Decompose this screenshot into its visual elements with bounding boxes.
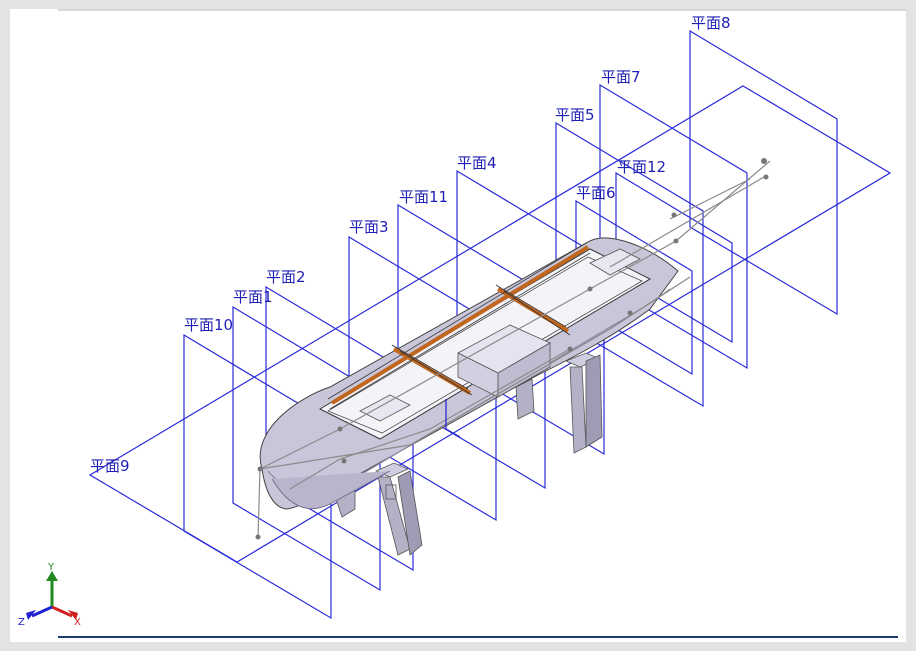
- plane-label-10[interactable]: 平面10: [184, 316, 233, 334]
- plane-label-3[interactable]: 平面3: [349, 218, 389, 236]
- plane-label-8[interactable]: 平面8: [691, 14, 731, 32]
- plane-label-6[interactable]: 平面6: [576, 184, 616, 202]
- plane-label-5[interactable]: 平面5: [555, 106, 595, 124]
- reference-triad: Y X Z: [18, 562, 81, 628]
- plane-label-11[interactable]: 平面11: [399, 188, 448, 206]
- graphics-viewport[interactable]: 平面8 平面7 平面5 平面12 平面4 平面6 平面11 平面3 平面2 平面…: [10, 9, 906, 642]
- triad-z-label: Z: [18, 617, 25, 628]
- triad-x-label: X: [74, 617, 81, 628]
- plane-label-4[interactable]: 平面4: [457, 154, 497, 172]
- boat-hull[interactable]: [259, 237, 679, 510]
- plane-label-7[interactable]: 平面7: [601, 68, 641, 86]
- model-scene[interactable]: 平面8 平面7 平面5 平面12 平面4 平面6 平面11 平面3 平面2 平面…: [10, 9, 906, 642]
- viewport-bottom-border: [58, 636, 898, 638]
- plane-label-1[interactable]: 平面1: [233, 288, 273, 306]
- plane-label-12[interactable]: 平面12: [617, 158, 666, 176]
- triad-y-label: Y: [47, 562, 55, 573]
- plane-label-9[interactable]: 平面9: [90, 457, 130, 475]
- plane-label-2[interactable]: 平面2: [266, 268, 306, 286]
- plane-8-outline[interactable]: [689, 29, 838, 316]
